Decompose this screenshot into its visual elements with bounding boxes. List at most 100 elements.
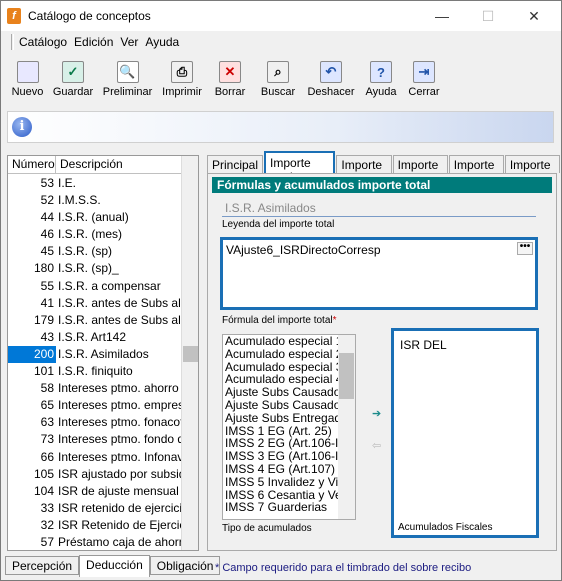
list-item[interactable]: 45 I.S.R. (sp)	[8, 243, 183, 260]
acumulado-item[interactable]: Ajuste Subs Entregado a	[223, 411, 355, 425]
info-bar: i	[7, 111, 554, 143]
toolbar-button-cerrar[interactable]: ⇥ Cerrar	[405, 57, 443, 105]
acumulados-label: Tipo de acumulados	[222, 523, 312, 534]
item-number: 45	[40, 244, 54, 259]
item-number: 52	[40, 193, 54, 208]
toolbar-button-borrar[interactable]: ✕ Borrar	[209, 57, 251, 105]
list-item[interactable]: 53 I.E.	[8, 175, 183, 192]
item-number: 46	[40, 227, 54, 242]
item-description: ISR ajustado por subsidio	[58, 466, 181, 481]
formula-value: VAjuste6_ISRDirectoCorresp	[226, 243, 381, 257]
item-description: ISR retenido de ejercicio a	[58, 500, 181, 515]
list-item[interactable]: 101 I.S.R. finiquito	[8, 363, 183, 380]
item-number: 66	[40, 449, 54, 464]
list-item[interactable]: 179 I.S.R. antes de Subs al Em	[8, 312, 183, 329]
tab-importe-2[interactable]: Importe 2	[392, 155, 448, 186]
item-number: 179	[33, 312, 54, 327]
header-numero[interactable]: Número	[8, 156, 56, 174]
list-item[interactable]: 58 Intereses ptmo. ahorro	[8, 380, 183, 397]
tab-deduccion[interactable]: Deducción	[79, 555, 150, 577]
tab-importe-1[interactable]: Importe 1	[336, 155, 392, 186]
tab-importe-3[interactable]: Importe 3	[448, 155, 504, 186]
concepts-list[interactable]: Número Descripción 53 I.E. 52 I.M.S.S. 44 I.S…	[7, 155, 199, 551]
add-arrow-icon[interactable]: ➔	[372, 407, 381, 420]
acumulados-scrollbar[interactable]	[338, 335, 355, 519]
formula-field[interactable]: VAjuste6_ISRDirectoCorresp •••	[220, 237, 538, 310]
toolbar-button-preliminar[interactable]: 🔍 Preliminar	[100, 57, 155, 105]
list-scrollbar[interactable]	[181, 156, 198, 550]
acumulado-item[interactable]: IMSS 4 EG (Art.107)	[223, 463, 355, 476]
tab-importe-total[interactable]: Importe total	[264, 151, 336, 184]
list-item[interactable]: 180 I.S.R. (sp)_	[8, 260, 183, 277]
list-item[interactable]: 73 Intereses ptmo. fondo de a	[8, 431, 183, 448]
list-item[interactable]: 104 ISR de ajuste mensual	[8, 483, 183, 500]
maximize-button[interactable]: ☐	[465, 1, 511, 31]
list-item[interactable]: 43 I.S.R. Art142	[8, 329, 183, 346]
header-descripcion[interactable]: Descripción	[56, 156, 183, 174]
toolbar-button-nuevo[interactable]: Nuevo	[9, 57, 46, 105]
item-description: I.S.R. Art142	[58, 329, 127, 344]
help-icon: ?	[370, 61, 392, 83]
item-number: 44	[40, 210, 54, 225]
detail-panel: Fórmulas y acumulados importe total I.S.…	[207, 173, 557, 551]
toolbar-button-imprimir[interactable]: ⎙ Imprimir	[158, 57, 206, 105]
acumulado-item[interactable]: IMSS 7 Guarderias	[223, 501, 355, 514]
tab-obligacion[interactable]: Obligación	[149, 556, 221, 575]
list-item[interactable]: 52 I.M.S.S.	[8, 192, 183, 209]
item-number: 32	[40, 517, 54, 532]
minimize-button[interactable]: —	[419, 1, 465, 31]
close-button[interactable]: ✕	[511, 1, 557, 31]
menu-ver[interactable]: Ver	[120, 35, 138, 49]
list-item[interactable]: 65 Intereses ptmo. empresa	[8, 397, 183, 414]
list-item[interactable]: 41 I.S.R. antes de Subs al Em	[8, 295, 183, 312]
list-item[interactable]: 105 ISR ajustado por subsidio	[8, 466, 183, 483]
remove-arrow-icon[interactable]: ⇦	[372, 439, 381, 452]
list-item[interactable]: 33 ISR retenido de ejercicio a	[8, 500, 183, 517]
menu-bar: Catálogo Edición Ver Ayuda	[1, 31, 561, 53]
toolbar-button-ayuda[interactable]: ? Ayuda	[360, 57, 402, 105]
item-number: 57	[40, 534, 54, 549]
menu-edicion[interactable]: Edición	[74, 35, 113, 49]
toolbar-button-deshacer[interactable]: ↶ Deshacer	[305, 57, 357, 105]
item-description: Intereses ptmo. fondo de a	[58, 432, 181, 447]
leyenda-input[interactable]: I.S.R. Asimilados	[222, 199, 536, 217]
list-item[interactable]: 55 I.S.R. a compensar	[8, 278, 183, 295]
item-description: I.S.R. antes de Subs al Em	[58, 295, 181, 310]
acumulado-item[interactable]: IMSS 5 Invalidez y Vida	[223, 475, 355, 489]
main-window: f Catálogo de conceptos — ☐ ✕ Catálogo E…	[0, 0, 562, 581]
list-item[interactable]: 66 Intereses ptmo. Infonavit	[8, 449, 183, 466]
acumulado-item[interactable]: Acumulado especial 1	[223, 335, 355, 348]
list-rows: 53 I.E. 52 I.M.S.S. 44 I.S.R. (anual) 46 I.S.R.…	[8, 175, 183, 552]
toolbar-button-buscar[interactable]: ⌕ Buscar	[254, 57, 302, 105]
fiscal-item[interactable]: ISR DEL	[400, 338, 447, 352]
formula-browse-button[interactable]: •••	[517, 242, 533, 255]
list-item[interactable]: 57 Préstamo caja de ahorro	[8, 534, 183, 551]
acumulados-scroll-thumb[interactable]	[339, 353, 354, 399]
tab-percepcion[interactable]: Percepción	[5, 556, 80, 575]
formula-label: Fórmula del importe total*	[222, 315, 337, 326]
item-description: I.S.R. (anual)	[58, 210, 129, 225]
save-check-icon: ✓	[62, 61, 84, 83]
menu-ayuda[interactable]: Ayuda	[145, 35, 179, 49]
item-description: Préstamo caja de ahorro	[58, 534, 181, 549]
acumulados-list[interactable]: Acumulado especial 1 Acumulado especial 2…	[222, 334, 356, 520]
list-item[interactable]: 200 I.S.R. Asimilados	[8, 345, 183, 364]
item-number: 101	[33, 364, 54, 379]
list-header: Número Descripción	[8, 156, 183, 174]
list-item[interactable]: 44 I.S.R. (anual)	[8, 209, 183, 226]
list-scroll-thumb[interactable]	[183, 346, 198, 362]
acumulado-item[interactable]: Acumulado especial 2	[223, 347, 355, 361]
list-item[interactable]: 46 I.S.R. (mes)	[8, 226, 183, 243]
list-item[interactable]: 63 Intereses ptmo. fonacot	[8, 414, 183, 431]
fiscal-label: Acumulados Fiscales	[398, 522, 493, 533]
menu-catalogo[interactable]: Catálogo	[19, 35, 67, 49]
tab-importe-4[interactable]: Importe 4	[504, 155, 560, 186]
tab-principal[interactable]: Principal	[207, 155, 264, 173]
toolbar-button-guardar[interactable]: ✓ Guardar	[49, 57, 97, 105]
acumulado-item[interactable]: Ajuste Subs Causado a	[223, 399, 355, 412]
type-tabs: Percepción Deducción Obligación	[5, 555, 221, 578]
toolbar: Nuevo ✓ Guardar 🔍 Preliminar ⎙ Imprimir ✕ Borrar…	[9, 57, 554, 107]
list-item[interactable]: 32 ISR Retenido de Ejercicio	[8, 517, 183, 534]
toolbar-label: Deshacer	[307, 86, 355, 98]
fiscal-accumulators-list[interactable]: ISR DEL Acumulados Fiscales	[391, 328, 539, 538]
